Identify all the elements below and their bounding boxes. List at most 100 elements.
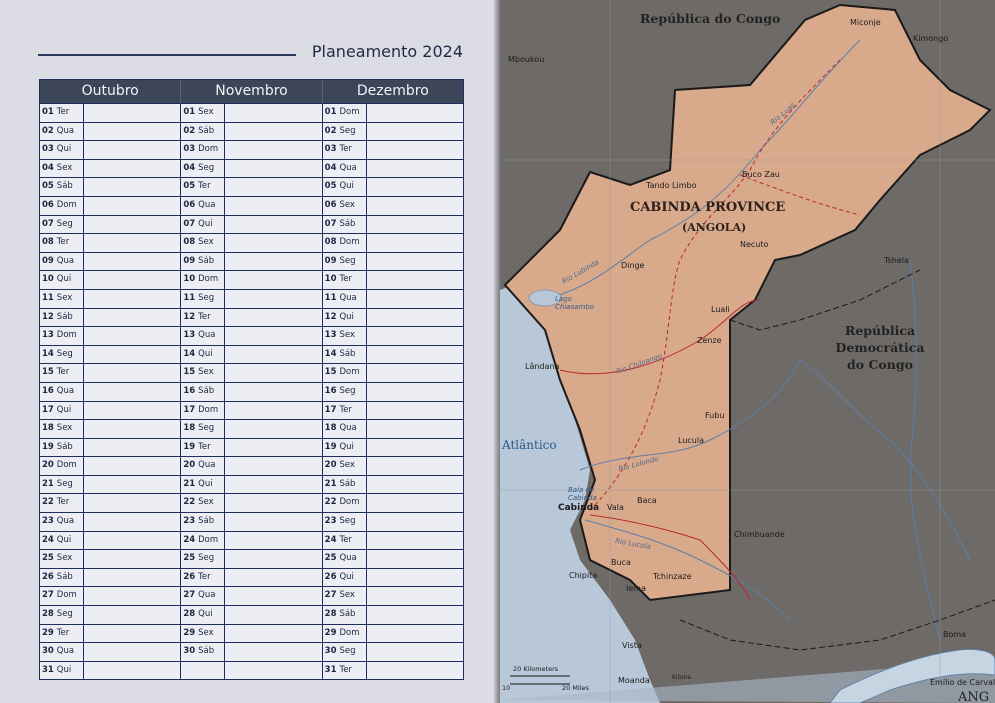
day-row[interactable]: 09 Qua — [40, 251, 181, 271]
note-field[interactable] — [367, 346, 463, 364]
day-row[interactable]: 26 Qui — [322, 567, 463, 587]
note-field[interactable] — [84, 104, 180, 122]
note-field[interactable] — [84, 476, 180, 494]
note-field[interactable] — [367, 569, 463, 587]
note-field[interactable] — [225, 197, 321, 215]
day-row[interactable]: 21 Seg — [40, 474, 181, 494]
note-field[interactable] — [225, 420, 321, 438]
day-row[interactable]: 20 Sex — [322, 456, 463, 475]
note-field[interactable] — [225, 364, 321, 382]
note-field[interactable] — [84, 643, 180, 661]
day-row[interactable]: 04 Qua — [322, 158, 463, 178]
day-row[interactable]: 22 Ter — [40, 493, 181, 513]
day-row[interactable]: 17 Dom — [181, 400, 322, 420]
day-row[interactable]: 27 Dom — [40, 586, 181, 606]
day-row[interactable]: 03 Ter — [322, 140, 463, 159]
note-field[interactable] — [225, 216, 321, 234]
day-row[interactable]: 22 Sex — [181, 493, 322, 513]
note-field[interactable] — [225, 234, 321, 252]
note-field[interactable] — [84, 662, 180, 680]
day-row[interactable]: 03 Dom — [181, 140, 322, 159]
note-field[interactable] — [367, 178, 463, 196]
day-row[interactable]: 08 Dom — [322, 233, 463, 252]
note-field[interactable] — [367, 141, 463, 159]
note-field[interactable] — [225, 383, 321, 401]
note-field[interactable] — [225, 327, 321, 345]
note-field[interactable] — [367, 253, 463, 271]
day-row[interactable]: 28 Qui — [181, 605, 322, 624]
note-field[interactable] — [84, 587, 180, 605]
note-field[interactable] — [225, 439, 321, 457]
note-field[interactable] — [84, 364, 180, 382]
note-field[interactable] — [225, 513, 321, 531]
day-row[interactable]: 06 Dom — [40, 195, 181, 215]
day-row[interactable]: 10 Dom — [181, 270, 322, 289]
note-field[interactable] — [225, 494, 321, 512]
note-field[interactable] — [225, 532, 321, 550]
day-row[interactable]: 15 Sex — [181, 363, 322, 382]
note-field[interactable] — [367, 550, 463, 568]
note-field[interactable] — [225, 253, 321, 271]
note-field[interactable] — [367, 513, 463, 531]
day-row[interactable]: 16 Sáb — [181, 381, 322, 401]
day-row[interactable]: 26 Ter — [181, 567, 322, 587]
day-row[interactable]: 15 Dom — [322, 363, 463, 382]
day-row[interactable]: 27 Qua — [181, 586, 322, 606]
day-row[interactable]: 18 Sex — [40, 419, 181, 438]
day-row[interactable]: 10 Ter — [322, 270, 463, 289]
note-field[interactable] — [367, 327, 463, 345]
day-row[interactable]: 21 Sáb — [322, 474, 463, 494]
day-row[interactable]: 21 Qui — [181, 474, 322, 494]
note-field[interactable] — [225, 457, 321, 475]
note-field[interactable] — [367, 643, 463, 661]
note-field[interactable] — [84, 494, 180, 512]
note-field[interactable] — [367, 606, 463, 624]
note-field[interactable] — [84, 550, 180, 568]
day-row[interactable]: 07 Qui — [181, 214, 322, 234]
day-row[interactable]: 13 Sex — [322, 326, 463, 345]
note-field[interactable] — [367, 290, 463, 308]
day-row[interactable]: 24 Dom — [181, 530, 322, 550]
note-field[interactable] — [367, 364, 463, 382]
day-row[interactable]: 05 Qui — [322, 177, 463, 196]
note-field[interactable] — [225, 476, 321, 494]
day-row[interactable]: 12 Ter — [181, 307, 322, 327]
note-field[interactable] — [84, 420, 180, 438]
day-row[interactable]: 19 Ter — [181, 437, 322, 457]
note-field[interactable] — [84, 216, 180, 234]
note-field[interactable] — [367, 104, 463, 122]
note-field[interactable] — [225, 606, 321, 624]
day-row[interactable]: 29 Ter — [40, 623, 181, 643]
day-row[interactable]: 12 Sáb — [40, 307, 181, 327]
note-field[interactable] — [84, 123, 180, 141]
day-row[interactable]: 31 Ter — [322, 660, 463, 680]
note-field[interactable] — [84, 625, 180, 643]
day-row[interactable]: 25 Qua — [322, 549, 463, 568]
day-row[interactable] — [181, 660, 322, 680]
note-field[interactable] — [225, 309, 321, 327]
day-row[interactable]: 11 Seg — [181, 288, 322, 308]
note-field[interactable] — [367, 439, 463, 457]
note-field[interactable] — [367, 160, 463, 178]
day-row[interactable]: 01 Sex — [181, 103, 322, 122]
note-field[interactable] — [84, 253, 180, 271]
day-row[interactable]: 14 Seg — [40, 344, 181, 364]
day-row[interactable]: 30 Seg — [322, 642, 463, 661]
day-row[interactable]: 31 Qui — [40, 660, 181, 680]
note-field[interactable] — [225, 104, 321, 122]
day-row[interactable]: 23 Qua — [40, 512, 181, 531]
day-row[interactable]: 19 Qui — [322, 437, 463, 457]
note-field[interactable] — [225, 160, 321, 178]
day-row[interactable]: 01 Dom — [322, 103, 463, 122]
day-row[interactable]: 28 Seg — [40, 605, 181, 624]
note-field[interactable] — [84, 439, 180, 457]
day-row[interactable]: 28 Sáb — [322, 605, 463, 624]
note-field[interactable] — [225, 178, 321, 196]
note-field[interactable] — [367, 476, 463, 494]
note-field[interactable] — [84, 327, 180, 345]
day-row[interactable]: 05 Sáb — [40, 177, 181, 196]
note-field[interactable] — [84, 513, 180, 531]
note-field[interactable] — [225, 123, 321, 141]
day-row[interactable]: 18 Qua — [322, 419, 463, 438]
note-field[interactable] — [225, 569, 321, 587]
